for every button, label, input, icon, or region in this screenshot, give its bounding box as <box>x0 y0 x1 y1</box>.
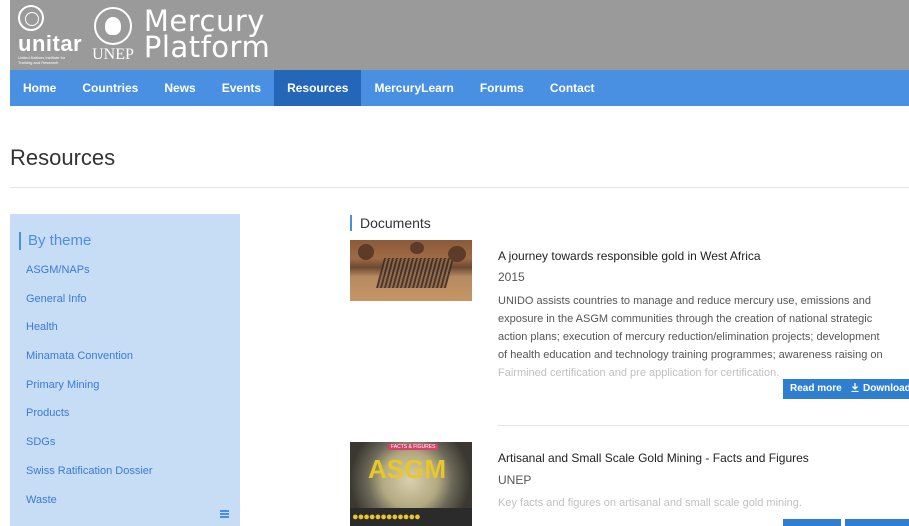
sidebar-item-swiss-ratification-dossier[interactable]: Swiss Ratification Dossier <box>26 464 153 493</box>
document-separator <box>498 425 909 426</box>
document-thumbnail-gold-west-africa[interactable] <box>350 240 472 301</box>
people-icons: ●●●●●●●●●●●● <box>352 511 421 523</box>
download-button[interactable] <box>845 519 909 526</box>
platform-title[interactable]: Mercury Platform <box>144 7 270 62</box>
theme-sidebar: By theme ASGM/NAPs General Info Health M… <box>10 214 240 526</box>
nav-item-resources[interactable]: Resources <box>274 70 362 106</box>
nav-item-events[interactable]: Events <box>209 70 274 106</box>
page-title: Resources <box>10 145 116 170</box>
hamburger-menu-icon[interactable] <box>220 510 229 518</box>
document-description: UNIDO assists countries to manage and re… <box>498 295 883 379</box>
sidebar-item-products[interactable]: Products <box>26 406 153 435</box>
read-more-button[interactable]: Read more <box>783 379 849 399</box>
thumbnail-asgm-text: ASGM <box>368 454 446 484</box>
unitar-subtitle: United Nations Institute for Training an… <box>18 55 66 65</box>
unep-logo[interactable]: UNEP <box>92 7 134 63</box>
sidebar-item-sdgs[interactable]: SDGs <box>26 435 153 464</box>
nav-item-contact[interactable]: Contact <box>537 70 608 106</box>
theme-list: ASGM/NAPs General Info Health Minamata C… <box>26 263 153 521</box>
document-year: 2015 <box>498 270 525 284</box>
sidebar-item-waste[interactable]: Waste <box>26 493 153 522</box>
site-header: unitar United Nations Institute for Trai… <box>10 0 909 70</box>
unep-emblem-icon <box>94 7 133 45</box>
download-label: Download <box>863 383 909 394</box>
nav-item-countries[interactable]: Countries <box>69 70 151 106</box>
nav-item-mercurylearn[interactable]: MercuryLearn <box>361 70 466 106</box>
sidebar-item-health[interactable]: Health <box>26 320 153 349</box>
nav-item-news[interactable]: News <box>151 70 208 106</box>
download-button[interactable]: Download <box>845 379 909 399</box>
nav-item-forums[interactable]: Forums <box>467 70 537 106</box>
document-thumbnail-asgm[interactable]: FACTS & FIGURES ASGM ●●●●●●●●●●●● <box>350 442 472 526</box>
document-title[interactable]: A journey towards responsible gold in We… <box>498 249 761 263</box>
document-description: Key facts and figures on artisanal and s… <box>498 497 802 509</box>
documents-heading: Documents <box>350 215 431 231</box>
document-publisher: UNEP <box>498 473 532 487</box>
main-nav: Home Countries News Events Resources Mer… <box>10 70 909 106</box>
nav-item-home[interactable]: Home <box>10 70 69 106</box>
download-icon <box>851 383 859 392</box>
thumbnail-tag: FACTS & FIGURES <box>388 444 439 450</box>
sidebar-item-general-info[interactable]: General Info <box>26 292 153 321</box>
document-title[interactable]: Artisanal and Small Scale Gold Mining - … <box>498 451 809 465</box>
title-divider <box>10 187 909 188</box>
sidebar-item-minamata-convention[interactable]: Minamata Convention <box>26 349 153 378</box>
sidebar-heading: By theme <box>19 232 91 250</box>
unitar-wordmark: unitar <box>18 31 83 56</box>
header-logos[interactable]: unitar United Nations Institute for Trai… <box>18 5 270 65</box>
un-emblem-icon <box>18 5 44 31</box>
unitar-logo[interactable]: unitar United Nations Institute for Trai… <box>18 5 82 65</box>
sidebar-item-primary-mining[interactable]: Primary Mining <box>26 378 153 407</box>
sidebar-item-asgm-naps[interactable]: ASGM/NAPs <box>26 263 153 292</box>
read-more-button[interactable] <box>783 519 841 526</box>
unep-wordmark: UNEP <box>92 46 134 63</box>
